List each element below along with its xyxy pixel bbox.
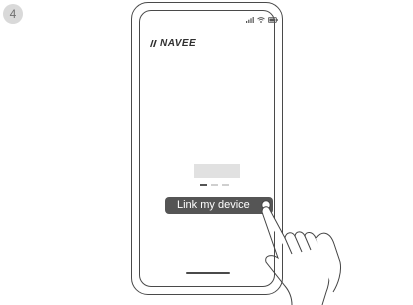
hand-pointer-icon xyxy=(261,200,341,305)
illustration-canvas: 4 NAVEE Link my device xyxy=(0,0,413,305)
